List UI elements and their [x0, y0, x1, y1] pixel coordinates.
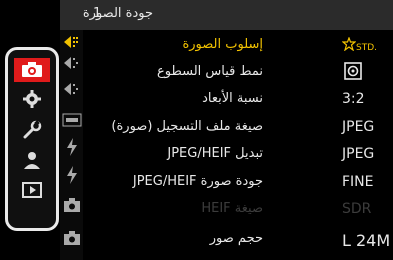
- focus-icon: [62, 113, 82, 127]
- sub-tab-camera-2[interactable]: [62, 228, 82, 248]
- menu-row-jpeg-heif-switch[interactable]: تبديل JPEG/HEIF JPEG: [84, 144, 393, 168]
- tab-playback[interactable]: [14, 178, 50, 202]
- metering-icon: [344, 62, 362, 80]
- menu-row-label: حجم صور: [209, 231, 263, 246]
- menu-row-label: نسبة الأبعاد: [202, 91, 263, 106]
- sub-tab-2[interactable]: [62, 53, 82, 73]
- menu-header: 1 جودة الصورة: [60, 0, 393, 30]
- file-format-value: JPEG: [342, 119, 375, 135]
- menu-row-label: إسلوب الصورة: [182, 37, 263, 52]
- sub-tab-focus[interactable]: [62, 110, 82, 130]
- heif-format-value: SDR: [342, 201, 372, 217]
- camera-icon: [22, 62, 42, 77]
- photo-style-value: STD.: [341, 36, 378, 54]
- sub-tab-flash-1[interactable]: [62, 137, 82, 157]
- photo-style-icon: [341, 36, 357, 52]
- camera-menu-screen: 1 جودة الصورة إسلوب الصورة STD. نمط قياس…: [0, 0, 393, 260]
- page-title: جودة الصورة: [82, 6, 153, 21]
- sub-tab-strip: [60, 30, 83, 260]
- menu-row-label: نمط قياس السطوع: [156, 64, 263, 79]
- image-quality-icon: [64, 57, 78, 69]
- menu-row-label: جودة صورة JPEG/HEIF: [132, 174, 263, 189]
- gear-icon: [23, 90, 41, 108]
- camera-settings-icon: [64, 198, 80, 212]
- playback-icon: [22, 182, 42, 198]
- image-quality-icon: [64, 36, 78, 48]
- tab-my-menu[interactable]: [14, 148, 50, 172]
- picture-size-value: L 24M: [342, 231, 391, 250]
- sub-tab-camera-1[interactable]: [62, 195, 82, 215]
- menu-row-label: صيغة ملف التسجيل (صورة): [111, 119, 263, 134]
- wrench-icon: [23, 120, 42, 139]
- menu-row-picture-size[interactable]: حجم صور L 24M: [84, 229, 393, 253]
- menu-row-jpeg-heif-quality[interactable]: جودة صورة JPEG/HEIF FINE: [84, 172, 393, 196]
- image-quality-icon: [64, 83, 78, 95]
- menu-row-label: صيغة HEIF: [201, 201, 263, 216]
- tab-setup[interactable]: [14, 118, 50, 142]
- sub-tab-image-quality[interactable]: [62, 32, 82, 52]
- tab-photo[interactable]: [14, 58, 50, 82]
- menu-category-sidebar: [5, 47, 59, 231]
- flash-icon: [67, 138, 77, 156]
- sub-tab-flash-2[interactable]: [62, 165, 82, 185]
- menu-row-metering-mode[interactable]: نمط قياس السطوع: [84, 62, 393, 86]
- flash-icon: [67, 166, 77, 184]
- aspect-ratio-value: 3:2: [342, 91, 365, 107]
- photo-style-text: STD.: [356, 43, 378, 53]
- jpeg-heif-switch-value: JPEG: [342, 146, 375, 162]
- menu-row-label: تبديل JPEG/HEIF: [167, 146, 263, 161]
- person-icon: [24, 152, 40, 169]
- camera-settings-icon: [64, 231, 80, 245]
- sub-tab-3[interactable]: [62, 79, 82, 99]
- menu-row-file-format[interactable]: صيغة ملف التسجيل (صورة) JPEG: [84, 117, 393, 141]
- menu-row-photo-style[interactable]: إسلوب الصورة STD.: [84, 35, 393, 59]
- metering-mode-value: [344, 62, 362, 84]
- tab-custom[interactable]: [14, 87, 50, 111]
- menu-row-aspect-ratio[interactable]: نسبة الأبعاد 3:2: [84, 89, 393, 113]
- jpeg-heif-quality-value: FINE: [342, 174, 374, 190]
- menu-row-heif-format: صيغة HEIF SDR: [84, 199, 393, 223]
